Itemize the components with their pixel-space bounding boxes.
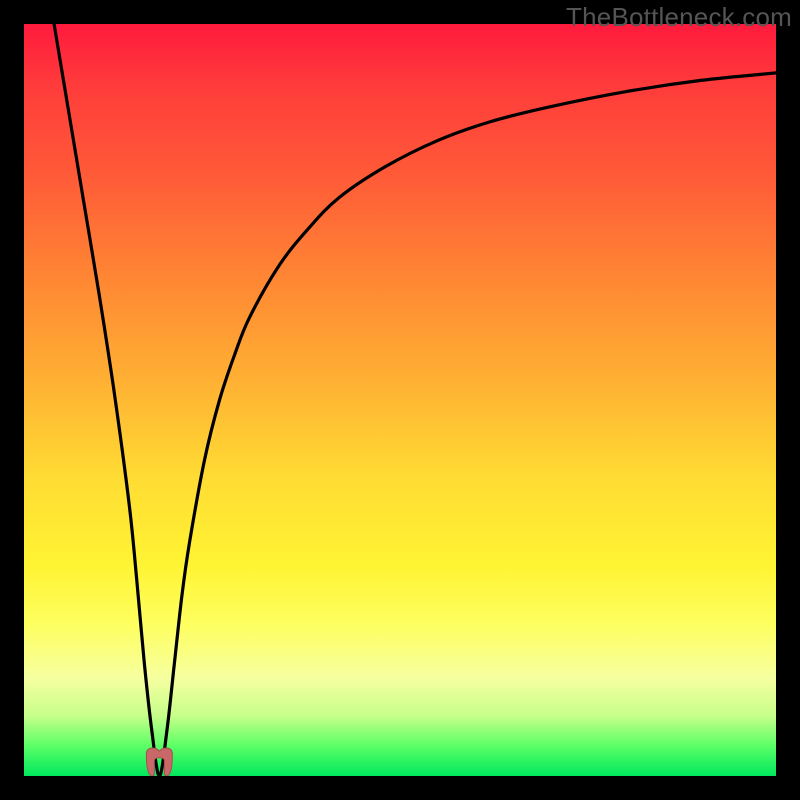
chart-frame: TheBottleneck.com (0, 0, 800, 800)
watermark-text: TheBottleneck.com (566, 2, 792, 33)
chart-plot-area (24, 24, 776, 776)
chart-svg (24, 24, 776, 776)
bottleneck-curve (54, 24, 776, 776)
minimum-u-marker-icon (146, 748, 172, 776)
